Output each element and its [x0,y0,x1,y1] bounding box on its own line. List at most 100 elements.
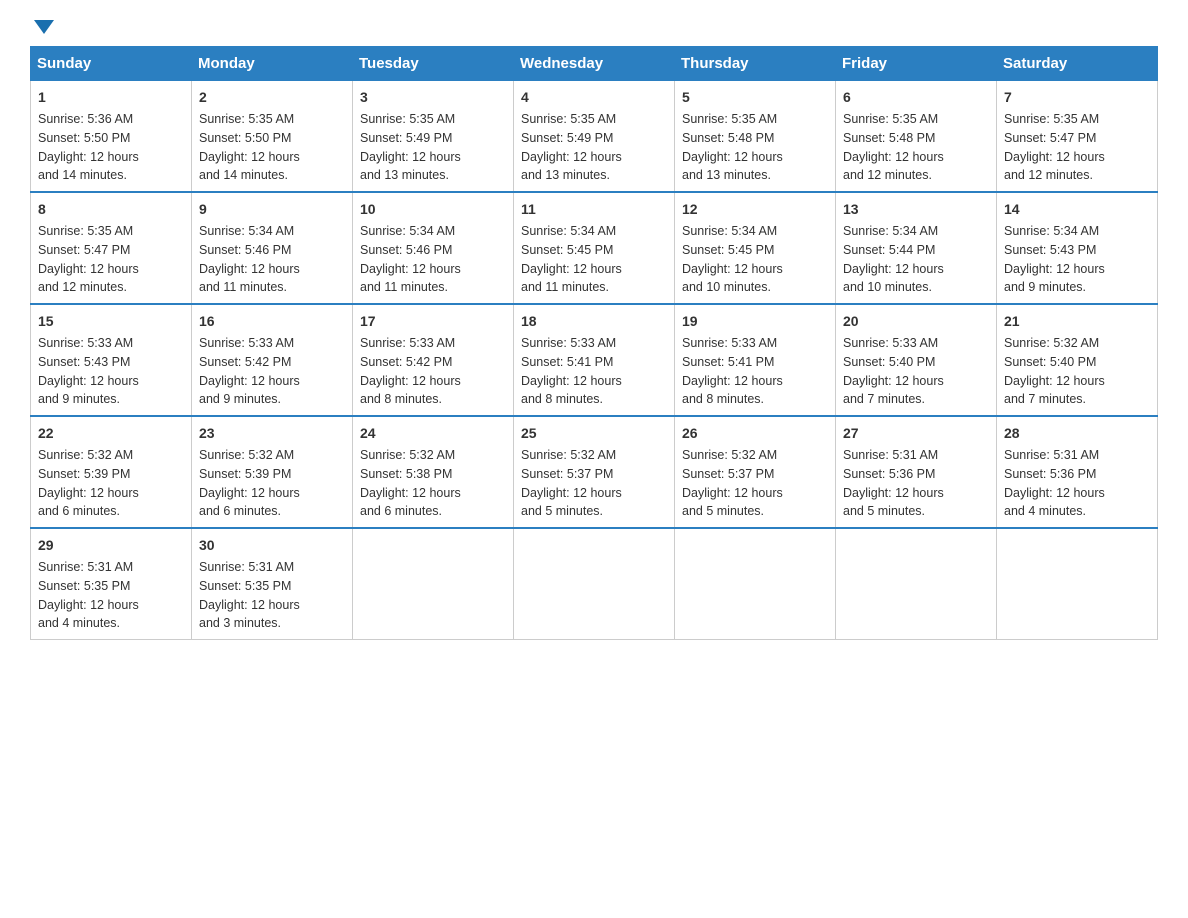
calendar-cell: 15Sunrise: 5:33 AMSunset: 5:43 PMDayligh… [31,304,192,416]
calendar-cell [353,528,514,640]
daylight-label: Daylight: 12 hours [199,260,345,279]
daylight-minutes: and 14 minutes. [199,166,345,185]
daylight-label: Daylight: 12 hours [843,484,989,503]
calendar-table: SundayMondayTuesdayWednesdayThursdayFrid… [30,46,1158,640]
daylight-minutes: and 12 minutes. [38,278,184,297]
sunrise-info: Sunrise: 5:31 AM [1004,446,1150,465]
header-sunday: Sunday [31,47,192,81]
sunset-info: Sunset: 5:46 PM [199,241,345,260]
calendar-cell: 28Sunrise: 5:31 AMSunset: 5:36 PMDayligh… [997,416,1158,528]
sunset-info: Sunset: 5:45 PM [521,241,667,260]
calendar-cell: 9Sunrise: 5:34 AMSunset: 5:46 PMDaylight… [192,192,353,304]
sunset-info: Sunset: 5:42 PM [360,353,506,372]
day-number: 22 [38,423,184,444]
calendar-cell: 27Sunrise: 5:31 AMSunset: 5:36 PMDayligh… [836,416,997,528]
calendar-week-row: 22Sunrise: 5:32 AMSunset: 5:39 PMDayligh… [31,416,1158,528]
calendar-cell: 16Sunrise: 5:33 AMSunset: 5:42 PMDayligh… [192,304,353,416]
daylight-label: Daylight: 12 hours [682,260,828,279]
sunset-info: Sunset: 5:39 PM [199,465,345,484]
daylight-minutes: and 4 minutes. [38,614,184,633]
daylight-minutes: and 13 minutes. [521,166,667,185]
daylight-minutes: and 6 minutes. [360,502,506,521]
calendar-cell [836,528,997,640]
sunset-info: Sunset: 5:40 PM [1004,353,1150,372]
daylight-minutes: and 6 minutes. [38,502,184,521]
sunrise-info: Sunrise: 5:35 AM [199,110,345,129]
sunrise-info: Sunrise: 5:35 AM [843,110,989,129]
day-number: 19 [682,311,828,332]
daylight-minutes: and 9 minutes. [1004,278,1150,297]
daylight-minutes: and 11 minutes. [199,278,345,297]
sunrise-info: Sunrise: 5:32 AM [682,446,828,465]
daylight-minutes: and 5 minutes. [521,502,667,521]
sunrise-info: Sunrise: 5:33 AM [360,334,506,353]
day-number: 24 [360,423,506,444]
calendar-week-row: 8Sunrise: 5:35 AMSunset: 5:47 PMDaylight… [31,192,1158,304]
daylight-minutes: and 3 minutes. [199,614,345,633]
calendar-cell: 18Sunrise: 5:33 AMSunset: 5:41 PMDayligh… [514,304,675,416]
daylight-label: Daylight: 12 hours [1004,372,1150,391]
calendar-cell: 23Sunrise: 5:32 AMSunset: 5:39 PMDayligh… [192,416,353,528]
header-wednesday: Wednesday [514,47,675,81]
daylight-label: Daylight: 12 hours [521,260,667,279]
daylight-label: Daylight: 12 hours [843,372,989,391]
sunset-info: Sunset: 5:35 PM [38,577,184,596]
sunrise-info: Sunrise: 5:34 AM [682,222,828,241]
daylight-label: Daylight: 12 hours [360,260,506,279]
sunset-info: Sunset: 5:38 PM [360,465,506,484]
daylight-minutes: and 5 minutes. [843,502,989,521]
page-header [30,20,1158,34]
sunset-info: Sunset: 5:42 PM [199,353,345,372]
daylight-minutes: and 7 minutes. [1004,390,1150,409]
daylight-label: Daylight: 12 hours [38,372,184,391]
sunset-info: Sunset: 5:36 PM [1004,465,1150,484]
calendar-week-row: 29Sunrise: 5:31 AMSunset: 5:35 PMDayligh… [31,528,1158,640]
logo-triangle-icon [34,20,54,34]
daylight-label: Daylight: 12 hours [38,484,184,503]
daylight-minutes: and 12 minutes. [1004,166,1150,185]
daylight-label: Daylight: 12 hours [521,484,667,503]
calendar-cell: 22Sunrise: 5:32 AMSunset: 5:39 PMDayligh… [31,416,192,528]
sunset-info: Sunset: 5:46 PM [360,241,506,260]
daylight-label: Daylight: 12 hours [1004,260,1150,279]
day-number: 23 [199,423,345,444]
calendar-cell: 10Sunrise: 5:34 AMSunset: 5:46 PMDayligh… [353,192,514,304]
daylight-minutes: and 8 minutes. [360,390,506,409]
daylight-minutes: and 9 minutes. [38,390,184,409]
sunrise-info: Sunrise: 5:31 AM [843,446,989,465]
daylight-minutes: and 12 minutes. [843,166,989,185]
calendar-cell: 24Sunrise: 5:32 AMSunset: 5:38 PMDayligh… [353,416,514,528]
calendar-cell: 20Sunrise: 5:33 AMSunset: 5:40 PMDayligh… [836,304,997,416]
sunrise-info: Sunrise: 5:33 AM [521,334,667,353]
sunset-info: Sunset: 5:49 PM [360,129,506,148]
sunrise-info: Sunrise: 5:35 AM [360,110,506,129]
sunrise-info: Sunrise: 5:35 AM [38,222,184,241]
sunrise-info: Sunrise: 5:34 AM [843,222,989,241]
calendar-week-row: 1Sunrise: 5:36 AMSunset: 5:50 PMDaylight… [31,81,1158,193]
day-number: 15 [38,311,184,332]
sunset-info: Sunset: 5:36 PM [843,465,989,484]
calendar-cell: 13Sunrise: 5:34 AMSunset: 5:44 PMDayligh… [836,192,997,304]
sunrise-info: Sunrise: 5:35 AM [521,110,667,129]
daylight-label: Daylight: 12 hours [843,260,989,279]
day-number: 3 [360,87,506,108]
sunrise-info: Sunrise: 5:31 AM [199,558,345,577]
calendar-cell: 25Sunrise: 5:32 AMSunset: 5:37 PMDayligh… [514,416,675,528]
header-saturday: Saturday [997,47,1158,81]
day-number: 6 [843,87,989,108]
day-number: 1 [38,87,184,108]
daylight-label: Daylight: 12 hours [360,372,506,391]
calendar-cell: 11Sunrise: 5:34 AMSunset: 5:45 PMDayligh… [514,192,675,304]
daylight-label: Daylight: 12 hours [682,484,828,503]
daylight-minutes: and 14 minutes. [38,166,184,185]
calendar-week-row: 15Sunrise: 5:33 AMSunset: 5:43 PMDayligh… [31,304,1158,416]
sunrise-info: Sunrise: 5:32 AM [521,446,667,465]
header-tuesday: Tuesday [353,47,514,81]
daylight-minutes: and 11 minutes. [360,278,506,297]
calendar-cell: 30Sunrise: 5:31 AMSunset: 5:35 PMDayligh… [192,528,353,640]
sunset-info: Sunset: 5:39 PM [38,465,184,484]
day-number: 4 [521,87,667,108]
daylight-minutes: and 13 minutes. [682,166,828,185]
sunset-info: Sunset: 5:50 PM [38,129,184,148]
header-monday: Monday [192,47,353,81]
